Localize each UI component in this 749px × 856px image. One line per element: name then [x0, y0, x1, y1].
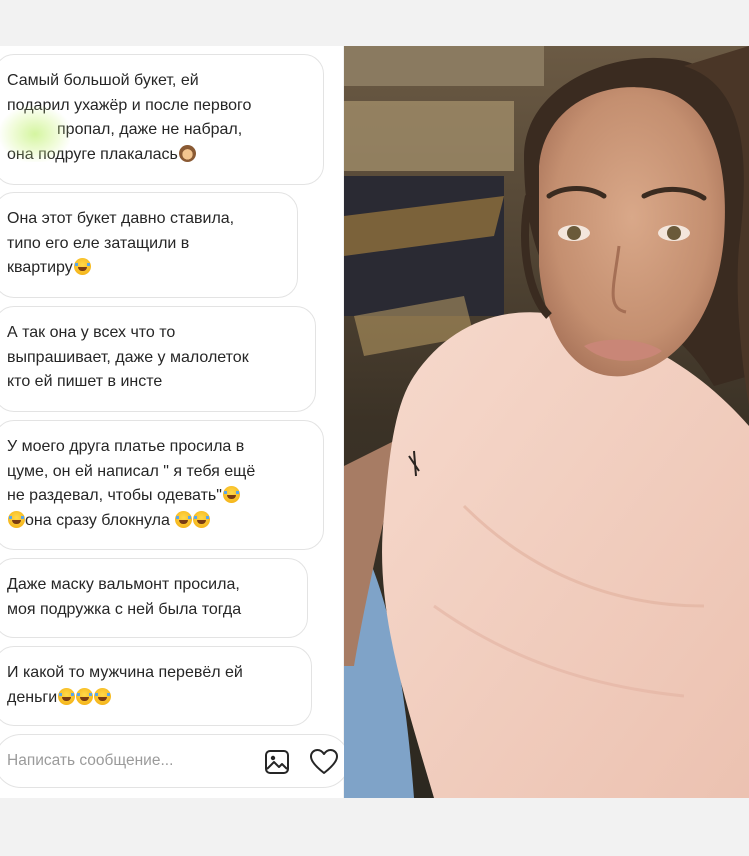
selfie-illustration	[344, 46, 749, 798]
message-bubble-1: Самый большой букет, ей подарил ухажёр и…	[0, 54, 324, 185]
message-line: она сразу блокнула	[25, 511, 170, 529]
tears-of-joy-icon	[175, 510, 193, 528]
tears-of-joy-icon	[76, 687, 94, 705]
message-bubble-3: А так она у всех что то выпрашивает, даж…	[0, 306, 316, 412]
message-line: квартиру	[7, 259, 73, 276]
message-line: цуме, он ей написал " я тебя ещё	[7, 462, 256, 480]
message-line: деньги	[7, 688, 58, 706]
message-line: У моего друга платье просила в	[7, 438, 245, 455]
see-no-evil-monkey-icon	[178, 144, 196, 162]
message-line-with-emoji: квартиру	[7, 256, 285, 281]
message-line: Самый большой букет, ей	[7, 72, 199, 89]
dm-thread: Самый большой букет, ей подарил ухажёр и…	[0, 46, 350, 798]
message-line: кто ей пишет в инсте	[7, 373, 163, 390]
message-bubble-4: У моего друга платье просила в цуме, он …	[0, 420, 324, 550]
message-line: И какой то мужчина перевёл ей	[7, 664, 243, 681]
message-line-with-emoji: она сразу блокнула	[7, 509, 311, 534]
message-line-with-emoji: не раздевал, чтобы одевать"	[7, 484, 311, 509]
message-line-fragment: пропал, даже не набрал,	[57, 121, 243, 138]
message-bubble-2: Она этот букет давно ставила, типо его е…	[0, 192, 298, 298]
selfie-photo	[344, 46, 749, 798]
message-line: она подруге плакалась	[7, 145, 178, 163]
tears-of-joy-icon	[222, 486, 240, 503]
message-input[interactable]: Написать сообщение...	[7, 752, 173, 770]
message-bubble-5: Даже маску вальмонт просила, моя подружк…	[0, 558, 308, 638]
message-line-with-emoji: она подруге плакалась	[7, 143, 311, 168]
tears-of-joy-icon	[58, 687, 76, 705]
message-line: выпрашивает, даже у малолеток	[7, 348, 249, 366]
message-line: Даже маску вальмонт просила,	[7, 576, 240, 593]
tears-of-joy-icon	[193, 510, 211, 528]
message-line: моя подружка с ней была тогда	[7, 600, 242, 618]
heart-icon[interactable]	[309, 748, 339, 781]
message-line: Она этот букет давно ставила,	[7, 210, 235, 227]
message-line: подарил ухажёр и после первого	[7, 96, 252, 114]
message-line-partial: пропал, даже не набрал,	[7, 118, 311, 143]
crying-face-icon	[73, 258, 91, 275]
message-line: А так она у всех что то	[7, 324, 176, 341]
message-bubble-6: И какой то мужчина перевёл ей деньги	[0, 646, 312, 726]
message-line: типо его еле затащили в	[7, 234, 190, 252]
message-line: не раздевал, чтобы одевать"	[7, 487, 222, 504]
message-composer[interactable]: Написать сообщение...	[0, 734, 350, 788]
image-icon[interactable]	[263, 748, 291, 781]
tears-of-joy-icon	[94, 687, 112, 705]
message-line-with-emoji: деньги	[7, 686, 299, 711]
tears-of-joy-icon	[8, 510, 25, 528]
